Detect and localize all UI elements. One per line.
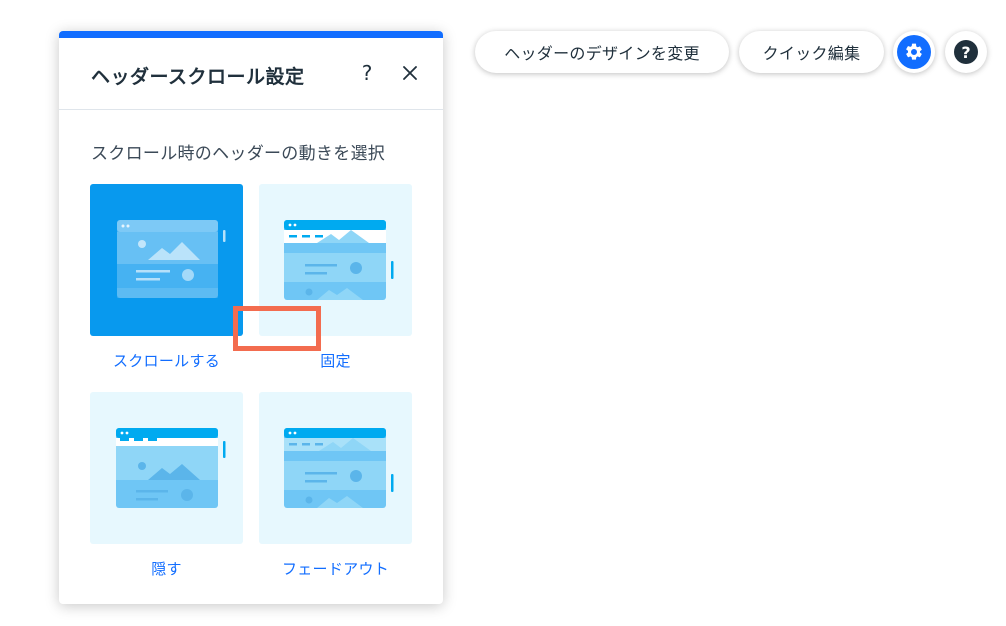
scroll-illustration-icon	[117, 220, 226, 298]
change-header-design-button[interactable]: ヘッダーのデザインを変更	[475, 31, 729, 73]
panel-subtitle: スクロール時のヘッダーの動きを選択	[91, 144, 386, 164]
help-button[interactable]: ?	[945, 31, 987, 73]
hide-illustration-icon	[116, 428, 226, 508]
close-icon	[403, 66, 417, 80]
option-hide-thumbnail	[90, 392, 243, 544]
panel-header: ヘッダースクロール設定 ?	[59, 38, 443, 110]
header-scroll-settings-panel: ヘッダースクロール設定 ? スクロール時のヘッダーの動きを選択 スクロールする …	[59, 31, 443, 604]
gear-icon	[906, 43, 922, 60]
panel-accent-bar	[59, 31, 443, 38]
question-icon: ?	[954, 40, 978, 64]
option-fade-out-label: フェードアウト	[281, 560, 390, 578]
option-scroll-label: スクロールする	[112, 352, 221, 370]
fade-out-illustration-icon	[284, 428, 394, 508]
panel-close-button[interactable]	[395, 58, 425, 88]
option-fixed[interactable]: 固定	[259, 184, 412, 370]
fixed-illustration-icon	[284, 220, 394, 300]
option-scroll-thumbnail	[90, 184, 243, 336]
option-fixed-label: 固定	[320, 352, 351, 370]
panel-help-button[interactable]: ?	[352, 58, 382, 88]
option-fade-out[interactable]: フェードアウト	[259, 392, 412, 578]
option-scroll[interactable]: スクロールする	[90, 184, 243, 370]
option-hide-label: 隠す	[151, 560, 182, 578]
settings-button[interactable]	[893, 31, 935, 73]
option-hide[interactable]: 隠す	[90, 392, 243, 578]
option-fade-out-thumbnail	[259, 392, 412, 544]
panel-title: ヘッダースクロール設定	[91, 66, 305, 88]
option-fixed-thumbnail	[259, 184, 412, 336]
quick-edit-button[interactable]: クイック編集	[739, 31, 884, 73]
